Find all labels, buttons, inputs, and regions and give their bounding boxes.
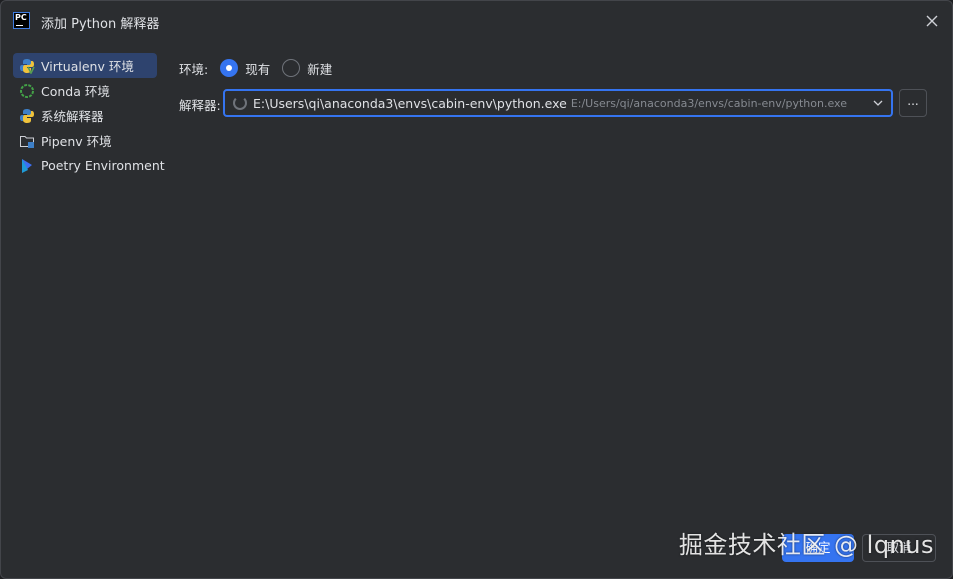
sidebar: Virtualenv 环境 Conda 环境 系统解释器 Pipenv 环境 P… <box>13 53 165 178</box>
watermark: 掘金技术社区 @ lqnus <box>678 531 934 559</box>
close-button[interactable] <box>920 9 944 33</box>
add-interpreter-dialog: PC 添加 Python 解释器 Virtualenv 环境 Conda 环境 … <box>0 0 953 579</box>
python-icon <box>19 108 35 124</box>
browse-button[interactable]: ... <box>899 89 927 117</box>
sidebar-item-label: Virtualenv 环境 <box>41 59 134 74</box>
radio-new-label[interactable]: 新建 <box>307 59 332 78</box>
loading-spinner-icon <box>233 96 247 110</box>
sidebar-item-system-interpreter[interactable]: 系统解释器 <box>13 103 157 128</box>
radio-existing[interactable] <box>220 59 239 77</box>
sidebar-item-label: Pipenv 环境 <box>41 134 112 149</box>
radio-existing-label[interactable]: 现有 <box>245 59 270 78</box>
interpreter-path-hint: E:/Users/qi/anaconda3/envs/cabin-env/pyt… <box>570 96 847 110</box>
environment-label: 环境: <box>179 61 209 77</box>
virtualenv-icon <box>19 58 35 74</box>
poetry-icon <box>19 158 35 174</box>
sidebar-item-label: 系统解释器 <box>41 109 104 124</box>
sidebar-item-poetry[interactable]: Poetry Environment <box>13 153 165 178</box>
interpreter-label: 解释器: <box>179 98 221 113</box>
pipenv-folder-icon <box>19 133 35 149</box>
environment-row: 环境: 现有 新建 <box>179 57 332 79</box>
sidebar-item-label: Poetry Environment <box>41 158 165 173</box>
sidebar-item-pipenv[interactable]: Pipenv 环境 <box>13 128 157 153</box>
pycharm-logo-icon: PC <box>13 12 30 29</box>
close-icon <box>926 15 938 27</box>
interpreter-select[interactable]: E:\Users\qi\anaconda3\envs\cabin-env\pyt… <box>223 89 893 117</box>
sidebar-item-virtualenv[interactable]: Virtualenv 环境 <box>13 53 157 78</box>
sidebar-item-label: Conda 环境 <box>41 84 110 99</box>
footer: 确定 取消 掘金技术社区 @ lqnus <box>1 522 952 578</box>
chevron-down-icon[interactable] <box>871 96 885 110</box>
conda-icon <box>19 83 35 99</box>
dialog-title: 添加 Python 解释器 <box>41 17 160 32</box>
interpreter-path: E:\Users\qi\anaconda3\envs\cabin-env\pyt… <box>253 95 567 111</box>
radio-new[interactable] <box>282 59 301 77</box>
title-bar: PC 添加 Python 解释器 <box>1 1 952 41</box>
sidebar-item-conda[interactable]: Conda 环境 <box>13 78 157 103</box>
